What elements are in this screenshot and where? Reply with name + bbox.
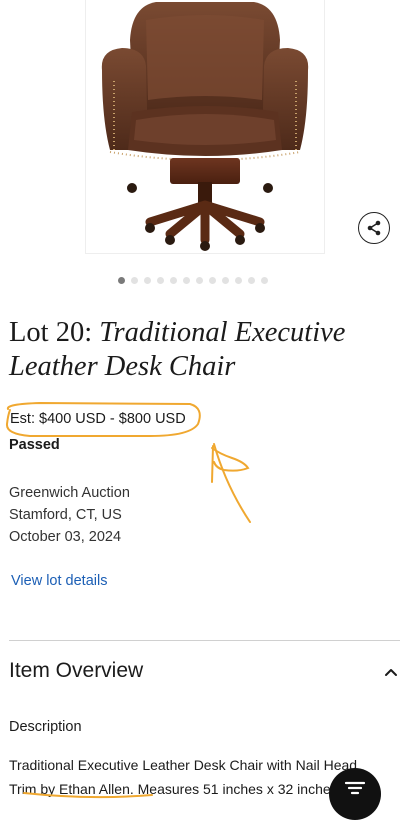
auction-house-info: Greenwich Auction Stamford, CT, US Octob… xyxy=(9,482,130,548)
share-button[interactable] xyxy=(358,212,390,244)
carousel-dot[interactable] xyxy=(196,277,203,284)
lot-photo[interactable] xyxy=(86,0,324,253)
carousel-dot[interactable] xyxy=(118,277,125,284)
menu-fab-button[interactable] xyxy=(329,768,381,820)
carousel-dot[interactable] xyxy=(170,277,177,284)
carousel-pagination[interactable] xyxy=(118,277,268,285)
carousel-dot[interactable] xyxy=(183,277,190,284)
description-label: Description xyxy=(9,719,82,735)
auction-location: Stamford, CT, US xyxy=(9,507,122,523)
filter-icon xyxy=(344,781,366,795)
view-lot-details-link[interactable]: View lot details xyxy=(11,573,107,589)
lot-number: Lot 20: xyxy=(9,317,93,348)
auction-house-name: Greenwich Auction xyxy=(9,485,130,501)
chair-image xyxy=(101,2,309,251)
carousel-dot[interactable] xyxy=(131,277,138,284)
carousel-dot[interactable] xyxy=(235,277,242,284)
image-carousel[interactable] xyxy=(0,0,409,262)
lot-title: Lot 20: Traditional Executive Leather De… xyxy=(9,316,401,384)
carousel-dot[interactable] xyxy=(261,277,268,284)
section-divider xyxy=(9,640,400,641)
estimate-text: Est: $400 USD - $800 USD xyxy=(10,411,186,427)
item-overview-heading[interactable]: Item Overview xyxy=(9,659,143,683)
carousel-dot[interactable] xyxy=(144,277,151,284)
carousel-dot[interactable] xyxy=(248,277,255,284)
share-icon xyxy=(367,220,381,236)
lot-status: Passed xyxy=(9,437,60,453)
carousel-dot[interactable] xyxy=(209,277,216,284)
carousel-dot[interactable] xyxy=(157,277,164,284)
carousel-dot[interactable] xyxy=(222,277,229,284)
auction-date: October 03, 2024 xyxy=(9,529,122,545)
chevron-up-icon[interactable] xyxy=(383,666,399,678)
